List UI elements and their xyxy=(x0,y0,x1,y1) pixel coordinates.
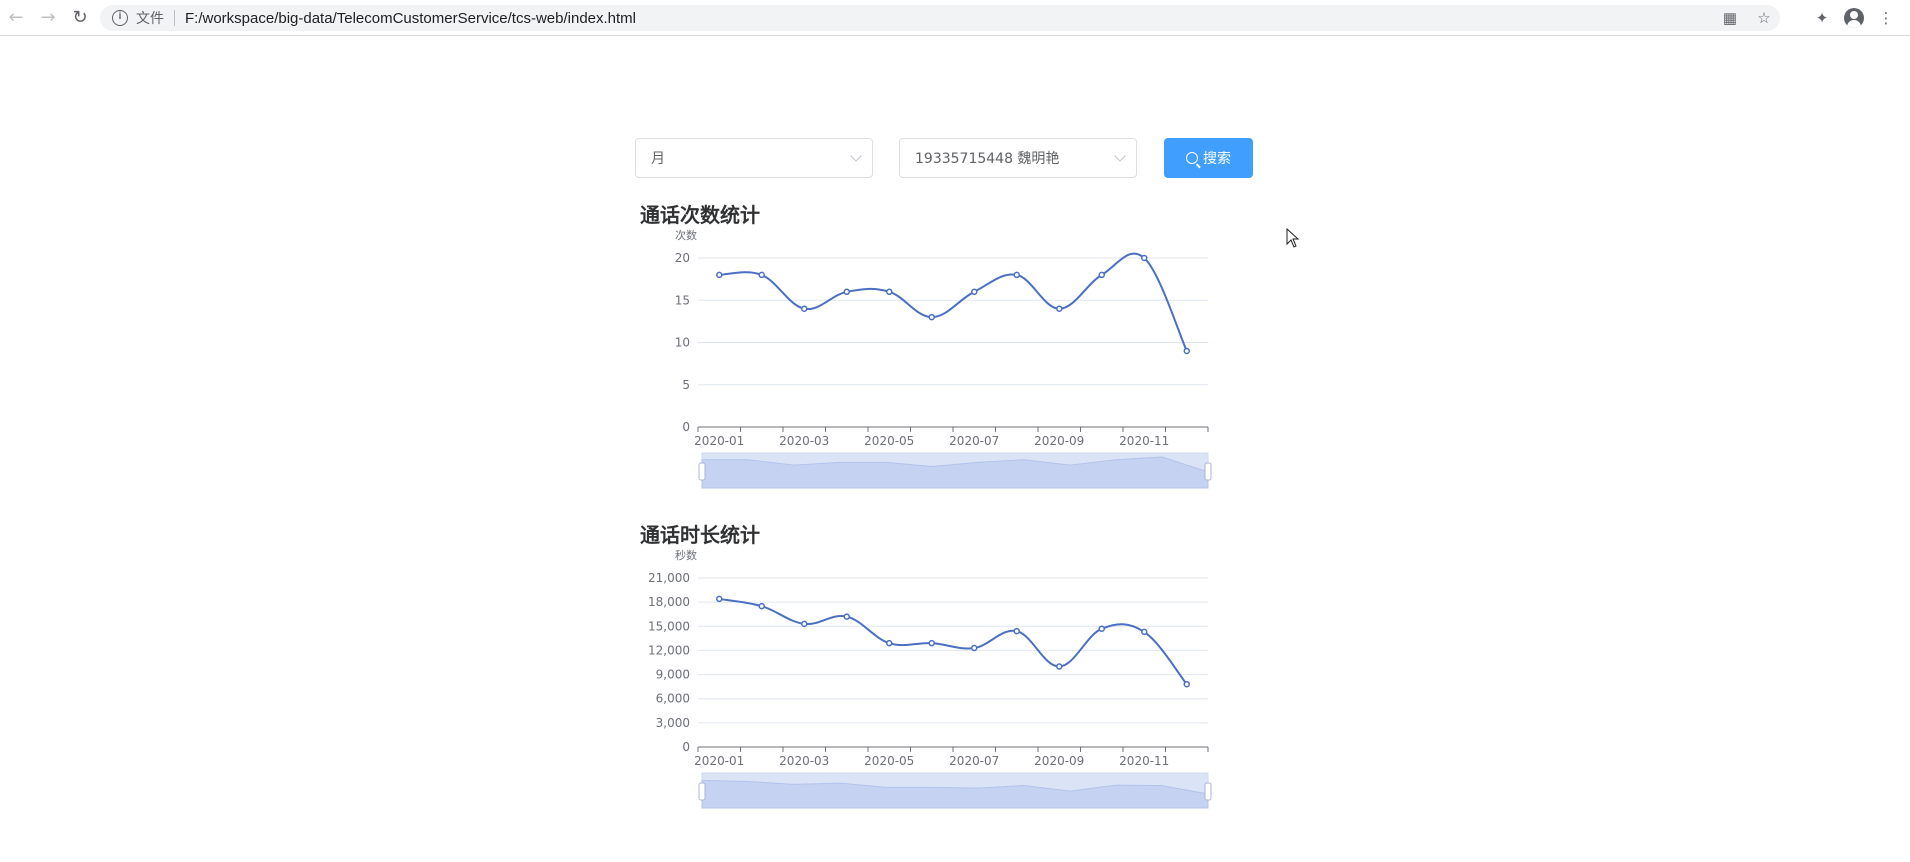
y-tick-label: 0 xyxy=(682,740,690,754)
datazoom-right-handle xyxy=(1204,782,1212,801)
datazoom-right-handle xyxy=(1204,462,1212,481)
contact-select[interactable]: 19335715448 魏明艳 xyxy=(899,138,1137,178)
reload-icon[interactable]: ↻ xyxy=(64,0,96,36)
data-point xyxy=(1013,271,1020,279)
data-point xyxy=(971,288,978,296)
divider xyxy=(174,10,175,26)
y-tick-label: 18,000 xyxy=(648,595,690,609)
profile-avatar-icon[interactable] xyxy=(1844,8,1864,28)
star-icon[interactable]: ☆ xyxy=(1754,8,1774,28)
data-point xyxy=(1098,271,1105,279)
y-tick-label: 5 xyxy=(682,378,690,392)
data-point xyxy=(843,613,850,620)
search-button[interactable]: 搜索 xyxy=(1164,138,1253,178)
data-point xyxy=(801,620,808,628)
y-tick-label: 0 xyxy=(682,420,690,434)
mouse-cursor-icon xyxy=(1286,228,1300,248)
y-tick-label: 15,000 xyxy=(648,619,690,633)
y-tick-label: 3,000 xyxy=(656,716,690,730)
chart-title-call-duration: 通话时长统计 xyxy=(640,523,760,547)
y-tick-label: 6,000 xyxy=(656,692,690,706)
search-button-label: 搜索 xyxy=(1203,151,1231,167)
x-tick-label: 2020-01 xyxy=(694,754,744,768)
data-point xyxy=(716,595,723,603)
data-point xyxy=(1141,254,1148,262)
series-line xyxy=(719,252,1188,352)
data-point xyxy=(1013,627,1020,635)
y-tick-label: 12,000 xyxy=(648,643,690,657)
x-tick-label: 2020-03 xyxy=(779,754,829,768)
back-icon[interactable]: ← xyxy=(0,0,32,36)
datazoom-left-handle xyxy=(698,782,706,801)
search-icon xyxy=(1186,152,1198,164)
data-point xyxy=(928,639,935,647)
data-point xyxy=(801,305,808,312)
x-tick-label: 2020-03 xyxy=(779,434,829,448)
y-tick-label: 10 xyxy=(675,336,690,350)
x-tick-label: 2020-11 xyxy=(1119,434,1169,448)
data-point xyxy=(716,271,723,279)
data-point xyxy=(928,313,935,321)
x-tick-label: 2020-07 xyxy=(949,434,999,448)
browser-toolbar: ← → ↻ i 文件 F:/workspace/big-data/Telecom… xyxy=(0,0,1910,36)
data-point xyxy=(758,602,765,610)
forward-icon[interactable]: → xyxy=(32,0,64,36)
x-tick-label: 2020-05 xyxy=(864,754,914,768)
y-tick-label: 15 xyxy=(675,293,690,307)
chevron-down-icon xyxy=(1114,150,1126,162)
data-point xyxy=(1183,347,1190,355)
data-point xyxy=(1098,625,1105,632)
period-select[interactable]: 月 xyxy=(635,138,873,178)
file-label: 文件 xyxy=(136,10,164,26)
data-point xyxy=(758,271,765,279)
url-text[interactable]: F:/workspace/big-data/TelecomCustomerSer… xyxy=(185,10,636,27)
data-point xyxy=(886,639,893,647)
call-count-chart: 次数 0 5 10 15 20 2020-01 2020-03 2020-05 2020-07 20… xyxy=(675,228,1212,489)
series-line xyxy=(719,597,1188,685)
x-tick-label: 2020-07 xyxy=(949,754,999,768)
y-axis-label: 次数 xyxy=(675,228,697,242)
call-duration-chart: 秒数 0 3,000 6,000 9,000 12,000 15,000 18,000 21,0… xyxy=(648,548,1212,809)
menu-icon[interactable]: ⋮ xyxy=(1876,8,1896,28)
x-tick-label: 2020-11 xyxy=(1119,754,1169,768)
data-point xyxy=(1056,305,1063,312)
contact-select-value: 19335715448 魏明艳 xyxy=(915,151,1060,167)
data-point xyxy=(1056,663,1063,670)
y-tick-label: 20 xyxy=(675,251,690,265)
y-tick-label: 21,000 xyxy=(648,571,690,585)
x-tick-label: 2020-05 xyxy=(864,434,914,448)
data-point xyxy=(1141,628,1148,636)
site-info-icon[interactable]: i xyxy=(112,10,128,26)
data-point xyxy=(843,288,850,296)
period-select-value: 月 xyxy=(651,151,665,167)
chevron-down-icon xyxy=(850,150,862,162)
y-axis-label: 秒数 xyxy=(675,548,697,562)
data-point xyxy=(886,288,893,296)
y-tick-label: 9,000 xyxy=(656,668,690,682)
translate-icon[interactable]: ▦ xyxy=(1720,8,1740,28)
x-tick-label: 2020-09 xyxy=(1034,754,1084,768)
extensions-icon[interactable]: ✦ xyxy=(1812,8,1832,28)
data-point xyxy=(1183,680,1190,688)
address-bar[interactable]: i 文件 F:/workspace/big-data/TelecomCustom… xyxy=(100,5,1780,31)
chart-title-call-count: 通话次数统计 xyxy=(640,203,760,227)
data-point xyxy=(971,644,978,652)
x-tick-label: 2020-01 xyxy=(694,434,744,448)
datazoom-left-handle xyxy=(698,462,706,481)
x-tick-label: 2020-09 xyxy=(1034,434,1084,448)
